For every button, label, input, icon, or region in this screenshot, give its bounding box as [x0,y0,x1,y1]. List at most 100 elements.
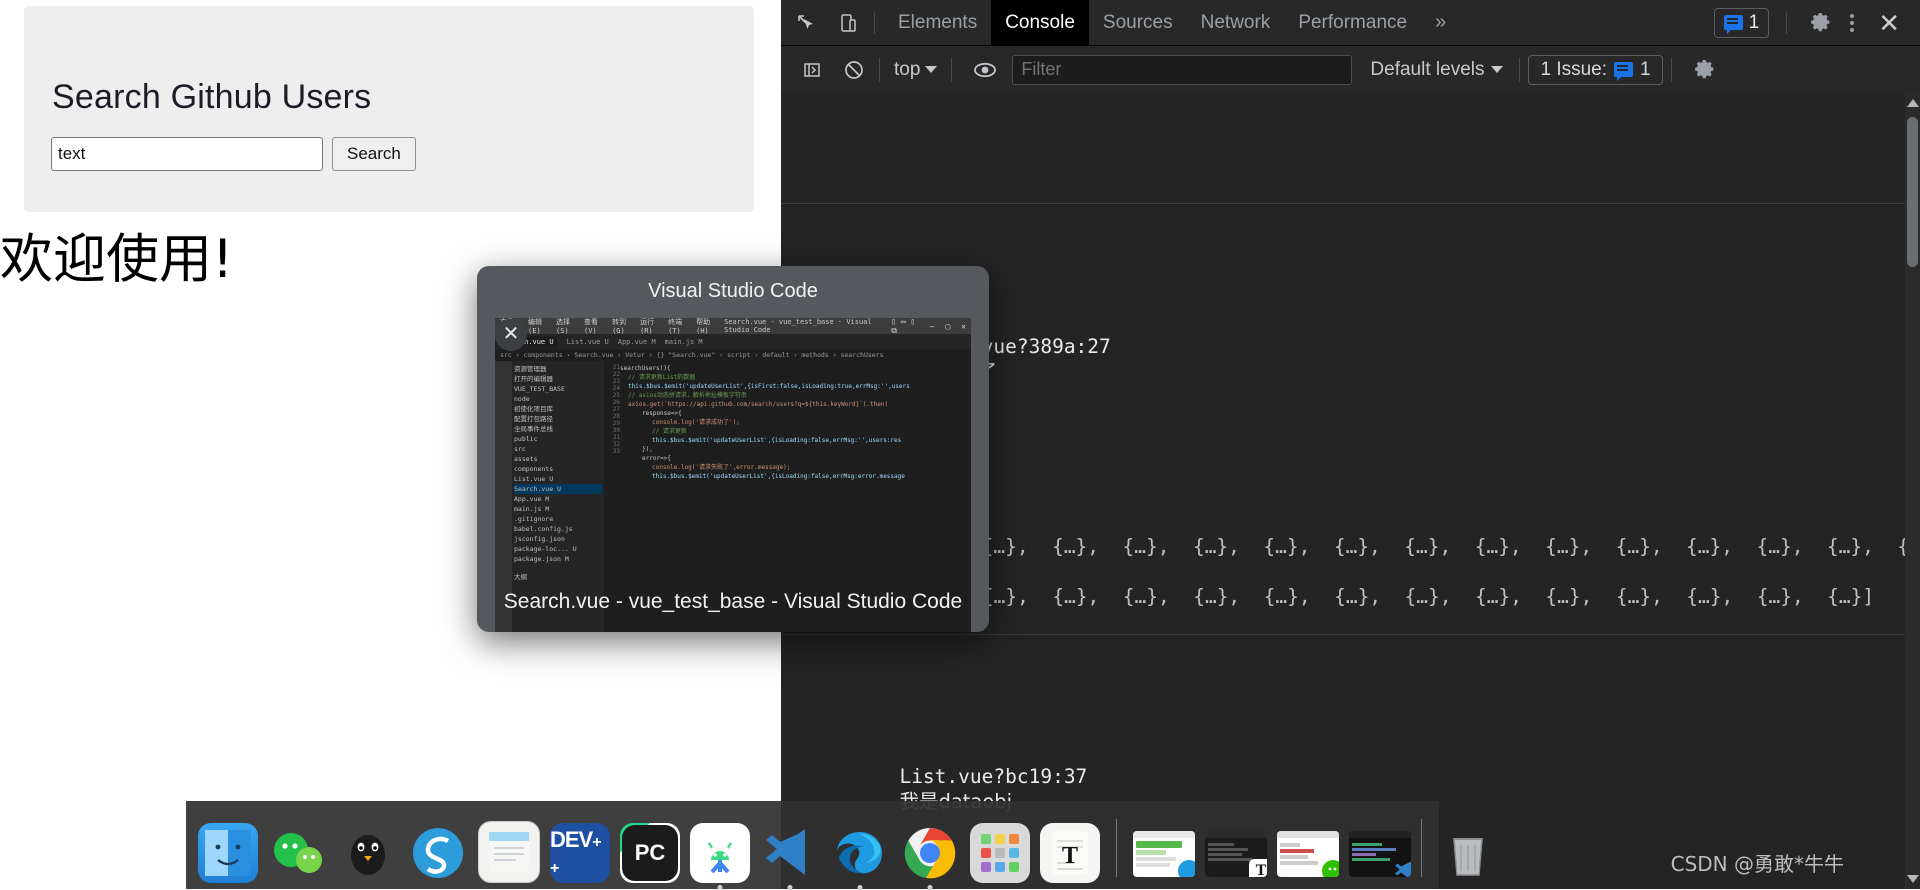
project-root[interactable]: VUE_TEST_BASE [514,384,602,394]
vscode-window-thumbnail: 文件(F) 编辑(E) 选择(S) 查看(V) 转到(G) 运行(R) 终端(T… [495,318,971,632]
sidebar-item[interactable]: jsconfig.json [514,534,602,544]
message-icon [1614,62,1634,81]
dock-item-messages[interactable] [268,823,328,883]
log-levels-selector[interactable]: Default levels [1362,59,1511,81]
menu-view[interactable]: 查看(V) [584,318,605,335]
sidebar-item[interactable]: src [514,444,602,454]
dock-item-typora[interactable]: T [1040,823,1100,883]
console-scrollbar[interactable] [1905,93,1920,889]
menu-terminal[interactable]: 终端(T) [668,318,689,335]
device-toolbar-icon[interactable] [831,6,865,40]
menu-help[interactable]: 帮助(H) [696,318,717,335]
scroll-up-icon[interactable] [1907,99,1919,107]
actions-divider [1786,11,1788,34]
dock-item-notes[interactable] [478,821,540,883]
sidebar-item[interactable]: App.vue M [514,494,602,504]
toolbar-divider [874,11,875,34]
sidebar-item[interactable]: main.js M [514,504,602,514]
console-sidebar-icon[interactable] [795,53,829,87]
menu-select[interactable]: 选择(S) [556,318,577,335]
tab-performance[interactable]: Performance [1284,0,1421,45]
search-button[interactable]: Search [332,137,416,171]
execution-context-selector[interactable]: top [888,59,943,81]
dock-item-vscode[interactable] [760,823,820,883]
scrollbar-thumb[interactable] [1907,117,1918,267]
vscode-breadcrumb[interactable]: src › components › Search.vue › Vetur › … [495,349,971,361]
menu-goto[interactable]: 转到(G) [612,318,633,335]
code-line: response=>{ [642,410,682,417]
page-title: Search Github Users [52,78,372,116]
scroll-down-icon[interactable] [1907,875,1919,883]
more-tabs-icon[interactable]: » [1421,11,1460,34]
vscode-popup-caption: Search.vue - vue_test_base - Visual Stud… [503,590,963,613]
clear-console-icon[interactable] [837,53,871,87]
toolbar-divider [1519,57,1521,82]
dock-item-devcpp[interactable]: DEV+ + [550,823,610,883]
dock-item-qq[interactable] [338,823,398,883]
array-preview-line1: [{…}, {…}, {…}, {…}, {…}, {…}, {…}, {…},… [899,535,1920,558]
watermark: CSDN @勇敢*牛牛 [1670,852,1844,876]
inspect-element-icon[interactable] [789,6,823,40]
menu-run[interactable]: 运行(R) [640,318,661,335]
message-count-badge[interactable]: 1 [1713,7,1770,38]
open-editors-section[interactable]: 打开的编辑器 [514,374,602,384]
tab-elements[interactable]: Elements [884,0,991,45]
sidebar-item[interactable]: components [514,464,602,474]
console-settings-gear-icon[interactable] [1688,53,1722,87]
code-line: // 请求更新List的数据 [628,374,696,381]
maximize-icon[interactable]: ▢ [945,322,950,331]
close-icon[interactable]: ✕ [961,322,966,331]
tab-network[interactable]: Network [1187,0,1285,45]
gear-icon[interactable] [1804,6,1838,40]
close-icon[interactable]: ✕ [1866,10,1912,36]
devcpp-label: DEV+ + [550,827,602,877]
sidebar-item[interactable]: Search.vue U [514,484,602,494]
editor-tab-app-vue[interactable]: App.vue M [618,338,656,346]
search-input[interactable] [51,137,323,171]
dock-item-edge[interactable] [830,823,890,883]
close-icon[interactable]: ✕ [495,319,527,351]
menu-edit[interactable]: 编辑(E) [528,318,549,335]
sidebar-item[interactable]: assets [514,454,602,464]
sidebar-item[interactable]: babel.config.js [514,524,602,534]
dock-item-finder[interactable] [198,823,258,883]
code-line: this.$bus.$emit('updateUserList',{isFirs… [628,383,910,390]
sidebar-item[interactable]: package.json M [514,554,602,564]
sidebar-item[interactable]: 初使化项目库 [514,404,602,414]
dock-item-pycharm[interactable]: PC [620,823,680,883]
sidebar-item[interactable]: package-loc... U [514,544,602,554]
dock-item-chrome[interactable] [900,823,960,883]
console-filter-input[interactable] [1012,54,1353,85]
sidebar-item[interactable]: node [514,394,602,404]
issues-button[interactable]: 1 Issue: 1 [1528,54,1663,85]
outline-section[interactable]: 大纲 [514,572,602,582]
macos-dock: DEV+ + PC T T [186,801,1483,889]
sidebar-item[interactable]: .gitignore [514,514,602,524]
search-card: Search Github Users Search [24,6,754,212]
console-source-link[interactable]: List.vue?bc19:37 [899,765,1087,788]
toolbar-divider [1670,57,1672,82]
minimized-window-editor[interactable] [1349,831,1411,877]
minimize-icon[interactable]: – [930,322,935,331]
more-options-icon[interactable] [1838,13,1866,32]
minimized-window-chat[interactable] [1277,831,1339,877]
layout-icons[interactable]: ▯ ▭ ▯ ⧉ [891,318,918,336]
dock-item-launchpad[interactable] [970,823,1030,883]
tab-console[interactable]: Console [991,0,1089,45]
dock-item-trash[interactable] [1438,823,1498,883]
vscode-preview-popup[interactable]: Visual Studio Code ✕ 文件(F) 编辑(E) 选择(S) 查… [477,266,989,632]
live-expression-icon[interactable] [968,53,1002,87]
minimized-window-browser[interactable] [1133,831,1195,877]
dock-item-sogou[interactable] [408,823,468,883]
code-line: }), [642,446,653,453]
dock-item-android-studio[interactable] [690,823,750,883]
sidebar-item[interactable]: public [514,434,602,444]
code-line: console.log('请求失败了',error.message); [652,464,791,471]
sidebar-item[interactable]: 配置打包路径 [514,414,602,424]
editor-tab-list-vue[interactable]: List.vue U [567,338,609,346]
editor-tab-main-js[interactable]: main.js M [665,338,703,346]
sidebar-item[interactable]: List.vue U [514,474,602,484]
sidebar-item[interactable]: 全局事件总线 [514,424,602,434]
tab-sources[interactable]: Sources [1089,0,1187,45]
minimized-window-terminal[interactable]: T [1205,831,1267,877]
